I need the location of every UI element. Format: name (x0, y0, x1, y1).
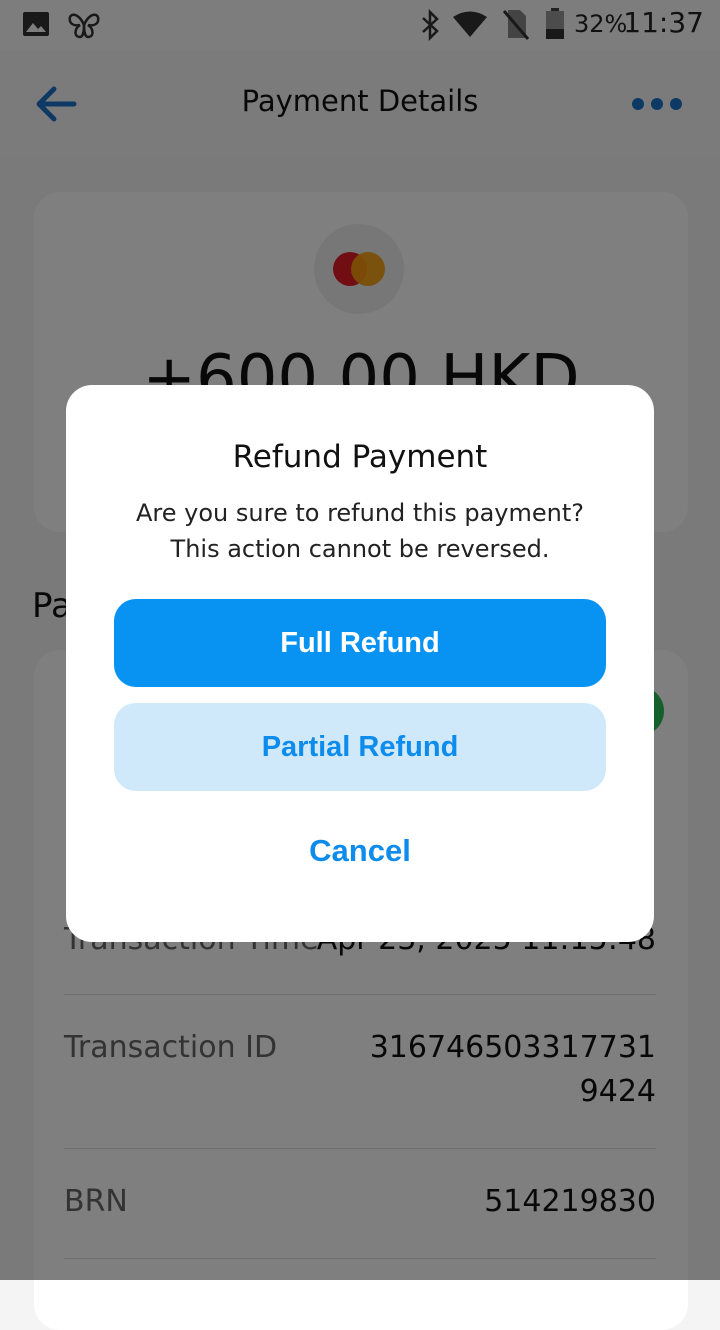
partial-refund-button[interactable]: Partial Refund (114, 703, 606, 791)
full-refund-button[interactable]: Full Refund (114, 599, 606, 687)
dialog-title: Refund Payment (232, 439, 488, 475)
dialog-message: Are you sure to refund this payment? Thi… (86, 495, 634, 567)
cancel-button[interactable]: Cancel (114, 815, 606, 887)
refund-dialog: Refund Payment Are you sure to refund th… (66, 385, 654, 942)
dialog-message-line2: This action cannot be reversed. (170, 535, 550, 563)
dialog-message-line1: Are you sure to refund this payment? (136, 499, 584, 527)
